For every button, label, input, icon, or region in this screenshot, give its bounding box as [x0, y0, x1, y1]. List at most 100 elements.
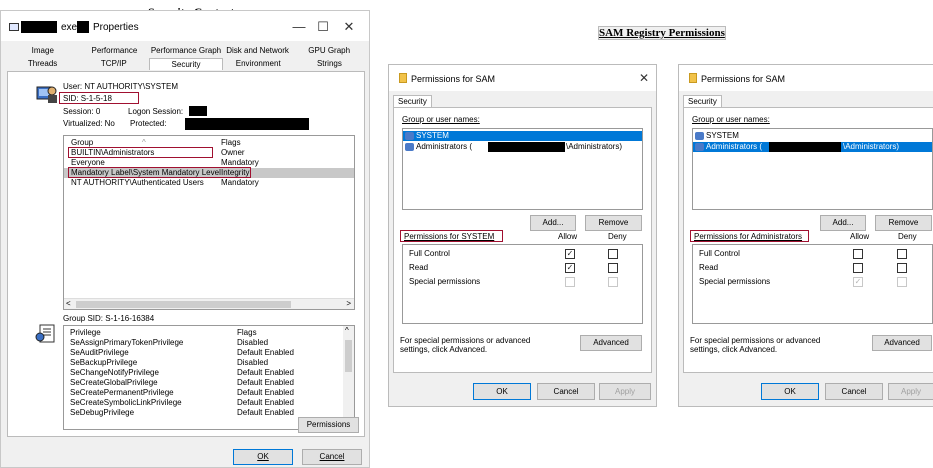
- cancel-button[interactable]: Cancel: [302, 449, 362, 465]
- allow-checkbox: [565, 277, 575, 287]
- allow-header: Allow: [558, 232, 578, 241]
- scroll-up-icon[interactable]: ^: [345, 326, 349, 335]
- tab-image[interactable]: Image: [7, 45, 79, 57]
- scroll-right-icon[interactable]: >: [346, 299, 351, 308]
- users-icon: [405, 132, 414, 140]
- remove-button[interactable]: Remove: [585, 215, 642, 231]
- user-name: Administrators (: [416, 142, 473, 151]
- tab-performance[interactable]: Performance: [79, 45, 151, 57]
- title-bar: Permissions for SAM: [679, 65, 933, 91]
- cancel-button[interactable]: Cancel: [825, 383, 883, 400]
- apply-button[interactable]: Apply: [888, 383, 933, 400]
- permission-name: Special permissions: [699, 277, 771, 286]
- permission-row: Full Control ✓: [403, 248, 642, 260]
- user-names-list[interactable]: SYSTEM Administrators ( \Administrators): [402, 128, 643, 210]
- horizontal-scrollbar[interactable]: < >: [64, 298, 354, 309]
- table-row[interactable]: SeCreatePermanentPrivilege Default Enable…: [64, 388, 354, 398]
- flags-column-header[interactable]: Flags: [237, 328, 257, 338]
- close-icon[interactable]: ✕: [639, 71, 649, 85]
- ok-button[interactable]: OK: [473, 383, 531, 400]
- deny-header: Deny: [608, 232, 627, 241]
- scroll-left-icon[interactable]: <: [66, 299, 71, 308]
- allow-checkbox[interactable]: [853, 249, 863, 259]
- allow-header: Allow: [850, 232, 870, 241]
- tab-environment[interactable]: Environment: [223, 58, 294, 70]
- security-panel: Group or user names: SYSTEM Administrato…: [683, 107, 933, 373]
- list-item[interactable]: SYSTEM: [403, 131, 642, 141]
- highlight-box: [690, 230, 809, 242]
- advanced-button[interactable]: Advanced: [580, 335, 642, 351]
- allow-checkbox[interactable]: [853, 263, 863, 273]
- allow-checkbox[interactable]: ✓: [565, 263, 575, 273]
- flags-column-header[interactable]: Flags: [221, 138, 241, 148]
- tab-security[interactable]: Security: [683, 95, 722, 107]
- tab-disk-and-network[interactable]: Disk and Network: [222, 45, 294, 57]
- deny-checkbox[interactable]: [608, 249, 618, 259]
- permissions-button[interactable]: Permissions: [298, 417, 359, 433]
- tab-tcpip[interactable]: TCP/IP: [78, 58, 149, 70]
- minimize-icon[interactable]: —: [287, 19, 311, 34]
- list-item[interactable]: Administrators ( \Administrators): [403, 142, 642, 152]
- title-text: Properties: [93, 22, 139, 33]
- table-row[interactable]: SeAssignPrimaryTokenPrivilege Disabled: [64, 338, 354, 348]
- cancel-button[interactable]: Cancel: [537, 383, 595, 400]
- tab-gpu-graph[interactable]: GPU Graph: [293, 45, 365, 57]
- deny-checkbox[interactable]: [897, 263, 907, 273]
- privilege-column-header[interactable]: Privilege: [70, 328, 101, 338]
- sam-permissions-dialog-system: Permissions for SAM ✕ Security Group or …: [388, 64, 657, 407]
- privilege-flags: Default Enabled: [237, 368, 294, 377]
- table-row[interactable]: SeCreateGlobalPrivilege Default Enabled: [64, 378, 354, 388]
- permission-name: Read: [409, 263, 429, 272]
- remove-button[interactable]: Remove: [875, 215, 932, 231]
- list-item[interactable]: SYSTEM: [693, 131, 932, 141]
- privilege-name: SeCreateSymbolicLinkPrivilege: [70, 398, 182, 407]
- users-icon: [405, 143, 414, 151]
- deny-checkbox: [897, 277, 907, 287]
- deny-checkbox[interactable]: [608, 263, 618, 273]
- scroll-thumb[interactable]: [345, 340, 352, 372]
- add-button[interactable]: Add...: [530, 215, 576, 231]
- privileges-list[interactable]: Privilege Flags SeAssignPrimaryTokenPriv…: [63, 325, 355, 430]
- groups-list[interactable]: Group ^ Flags BUILTIN\Administrators Own…: [63, 135, 355, 310]
- advanced-button[interactable]: Advanced: [872, 335, 932, 351]
- redacted-block: [77, 21, 89, 33]
- allow-checkbox[interactable]: ✓: [565, 249, 575, 259]
- title-bar: Permissions for SAM ✕: [389, 65, 656, 91]
- highlight-box: [400, 230, 503, 242]
- tab-security[interactable]: Security: [393, 95, 432, 107]
- privilege-flags: Disabled: [237, 338, 269, 347]
- redacted-block: [21, 21, 57, 33]
- deny-checkbox[interactable]: [897, 249, 907, 259]
- scroll-thumb[interactable]: [76, 301, 291, 308]
- add-button[interactable]: Add...: [820, 215, 866, 231]
- tab-strings[interactable]: Strings: [294, 58, 365, 70]
- list-item[interactable]: Administrators ( \Administrators): [693, 142, 932, 152]
- vertical-scrollbar[interactable]: ^ v: [343, 326, 354, 429]
- table-row[interactable]: SeAuditPrivilege Default Enabled: [64, 348, 354, 358]
- tab-security[interactable]: Security: [149, 58, 223, 70]
- table-row[interactable]: NT AUTHORITY\Authenticated Users Mandato…: [64, 178, 354, 188]
- user-names-list[interactable]: SYSTEM Administrators ( \Administrators): [692, 128, 933, 210]
- virtualized-label: Virtualized: No: [63, 119, 115, 128]
- close-icon[interactable]: ✕: [337, 19, 361, 35]
- tab-performance-graph[interactable]: Performance Graph: [150, 45, 222, 57]
- title-bar: exe Properties — ☐ ✕: [1, 11, 369, 41]
- permissions-list: Full Control Read Special permissions ✓: [692, 244, 933, 324]
- dialog-title: Permissions for SAM: [701, 74, 786, 84]
- table-row[interactable]: SeCreateSymbolicLinkPrivilege Default Ena…: [64, 398, 354, 408]
- process-properties-window: exe Properties — ☐ ✕ Image Performance P…: [0, 10, 370, 468]
- group-name: NT AUTHORITY\Authenticated Users: [71, 178, 204, 187]
- folder-icon: [399, 73, 407, 83]
- folder-icon: [689, 73, 697, 83]
- ok-button[interactable]: OK: [233, 449, 293, 465]
- tab-threads[interactable]: Threads: [7, 58, 78, 70]
- table-row[interactable]: SeChangeNotifyPrivilege Default Enabled: [64, 368, 354, 378]
- table-row[interactable]: SeBackupPrivilege Disabled: [64, 358, 354, 368]
- privilege-flags: Default Enabled: [237, 388, 294, 397]
- group-sid-label: Group SID: S-1-16-16384: [63, 314, 155, 323]
- ok-button[interactable]: OK: [761, 383, 819, 400]
- sam-permissions-dialog-administrators: Permissions for SAM Security Group or us…: [678, 64, 933, 407]
- redacted-block: [488, 142, 565, 152]
- apply-button[interactable]: Apply: [599, 383, 651, 400]
- maximize-icon[interactable]: ☐: [311, 19, 335, 35]
